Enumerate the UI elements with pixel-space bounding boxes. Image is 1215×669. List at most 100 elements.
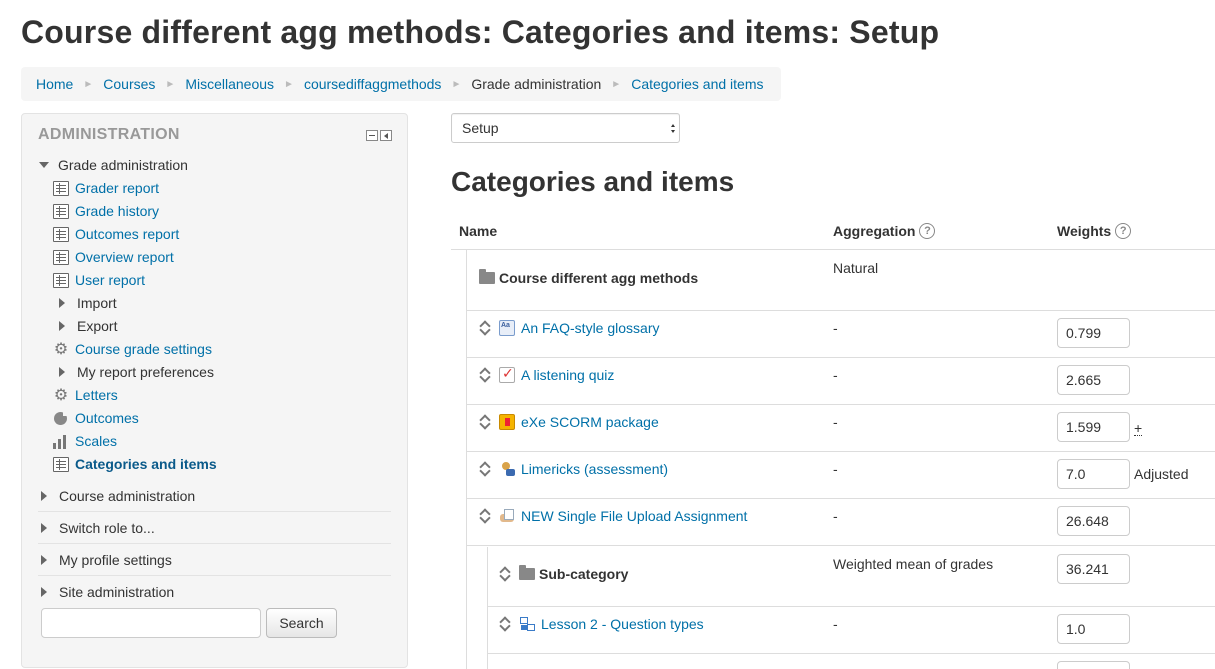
category-name: Course different agg methods: [499, 270, 699, 286]
weight-input[interactable]: [1057, 412, 1130, 442]
weight-input[interactable]: [1057, 459, 1130, 489]
breadcrumb-courses[interactable]: Courses: [103, 76, 155, 92]
pie-icon: [54, 409, 69, 425]
table-row-item: eXe SCORM package: [479, 414, 659, 430]
weight-input[interactable]: [1057, 318, 1130, 348]
nav-grader-report[interactable]: Grader report: [53, 178, 159, 198]
collapse-block-icon[interactable]: [366, 130, 378, 141]
header-divider: [451, 249, 1215, 250]
weight-input[interactable]: [1057, 365, 1130, 395]
divider: [38, 575, 391, 576]
administration-block: ADMINISTRATION Grade administration Grad…: [21, 113, 408, 668]
move-icon[interactable]: [479, 462, 491, 476]
expand-right-icon: [59, 298, 65, 308]
nav-label: Outcomes: [75, 410, 139, 426]
row-divider: [466, 404, 1215, 405]
expand-right-icon: [59, 321, 65, 331]
breadcrumb-miscellaneous[interactable]: Miscellaneous: [185, 76, 274, 92]
move-icon[interactable]: [479, 321, 491, 335]
nav-label: Import: [77, 295, 117, 311]
page-title: Course different agg methods: Categories…: [21, 14, 940, 50]
breadcrumb-course[interactable]: coursediffaggmethods: [304, 76, 442, 92]
scorm-icon: [499, 414, 515, 430]
indent-line: [466, 250, 467, 669]
grade-item-link[interactable]: eXe SCORM package: [521, 414, 659, 430]
tree-course-administration[interactable]: Course administration: [39, 486, 195, 506]
admin-search-input[interactable]: [41, 608, 261, 638]
nav-label: Scales: [75, 433, 118, 449]
lesson-icon: [519, 616, 535, 632]
grade-item-link[interactable]: An FAQ-style glossary: [521, 320, 660, 336]
nav-label: Letters: [75, 387, 118, 403]
row-divider: [466, 357, 1215, 358]
nav-course-grade-settings[interactable]: ⚙ Course grade settings: [53, 339, 212, 359]
nav-scales[interactable]: Scales: [53, 431, 117, 451]
nav-label: User report: [75, 272, 146, 288]
expand-right-icon: [41, 555, 47, 565]
nav-label: Overview report: [75, 249, 174, 265]
aggregation-value: Weighted mean of grades: [833, 556, 994, 572]
select-arrows-icon: [671, 122, 675, 136]
row-divider: [466, 545, 1215, 546]
report-icon: [53, 203, 69, 219]
nav-overview-report[interactable]: Overview report: [53, 247, 174, 267]
table-row-item: Lesson 2 - Question types: [499, 616, 704, 632]
nav-label: Outcomes report: [75, 226, 180, 242]
nav-grade-history[interactable]: Grade history: [53, 201, 159, 221]
tree-grade-administration[interactable]: Grade administration: [39, 155, 188, 175]
expand-right-icon: [41, 587, 47, 597]
move-icon[interactable]: [479, 509, 491, 523]
move-icon[interactable]: [479, 368, 491, 382]
bar-chart-icon: [53, 434, 69, 449]
column-header-name: Name: [459, 223, 497, 239]
report-action-select[interactable]: Setup: [451, 113, 680, 143]
tree-my-profile-settings[interactable]: My profile settings: [39, 550, 172, 570]
help-icon[interactable]: ?: [1115, 223, 1132, 239]
nav-letters[interactable]: ⚙ Letters: [53, 385, 118, 405]
weight-input[interactable]: [1057, 661, 1130, 669]
assignment-icon: [499, 508, 515, 524]
nav-export[interactable]: Export: [57, 316, 117, 336]
category-name: Sub-category: [539, 566, 629, 582]
move-icon[interactable]: [499, 617, 511, 631]
tree-label: Switch role to...: [59, 520, 155, 536]
nav-label: Course grade settings: [75, 341, 212, 357]
dock-block-icon[interactable]: [380, 130, 392, 141]
breadcrumb-home[interactable]: Home: [36, 76, 73, 92]
tree-switch-role[interactable]: Switch role to...: [39, 518, 155, 538]
grade-item-link[interactable]: Lesson 2 - Question types: [541, 616, 704, 632]
row-divider: [466, 310, 1215, 311]
glossary-icon: [499, 320, 515, 336]
header-label: Aggregation: [833, 223, 916, 239]
aggregation-value: Natural: [833, 260, 879, 276]
breadcrumb-categories-and-items[interactable]: Categories and items: [631, 76, 763, 92]
nav-label: Export: [77, 318, 118, 334]
header-label: Name: [459, 223, 498, 239]
gear-icon: ⚙: [53, 386, 69, 404]
move-icon[interactable]: [479, 415, 491, 429]
nav-categories-and-items[interactable]: Categories and items: [53, 454, 217, 474]
nav-label: Grader report: [75, 180, 160, 196]
nav-import[interactable]: Import: [57, 293, 117, 313]
weight-input[interactable]: [1057, 554, 1130, 584]
nav-outcomes-report[interactable]: Outcomes report: [53, 224, 179, 244]
row-divider: [466, 451, 1215, 452]
grade-item-link[interactable]: NEW Single File Upload Assignment: [521, 508, 747, 524]
weight-input[interactable]: [1057, 506, 1130, 536]
nav-label: Grade history: [75, 203, 160, 219]
breadcrumb-separator-icon: ►: [284, 78, 294, 90]
help-icon[interactable]: ?: [919, 223, 936, 239]
nav-user-report[interactable]: User report: [53, 270, 145, 290]
weight-input[interactable]: [1057, 614, 1130, 644]
grade-item-link[interactable]: Limericks (assessment): [521, 461, 668, 477]
aggregation-value: -: [833, 616, 838, 632]
row-divider: [487, 653, 1215, 654]
grade-item-link[interactable]: A listening quiz: [521, 367, 614, 383]
tree-site-administration[interactable]: Site administration: [39, 582, 174, 602]
nav-outcomes[interactable]: Outcomes: [53, 408, 139, 428]
admin-search-button[interactable]: Search: [266, 608, 337, 638]
breadcrumb: Home ► Courses ► Miscellaneous ► coursed…: [21, 67, 781, 101]
nav-my-report-preferences[interactable]: My report preferences: [57, 362, 214, 382]
folder-icon: [519, 565, 535, 580]
move-icon[interactable]: [499, 567, 511, 581]
